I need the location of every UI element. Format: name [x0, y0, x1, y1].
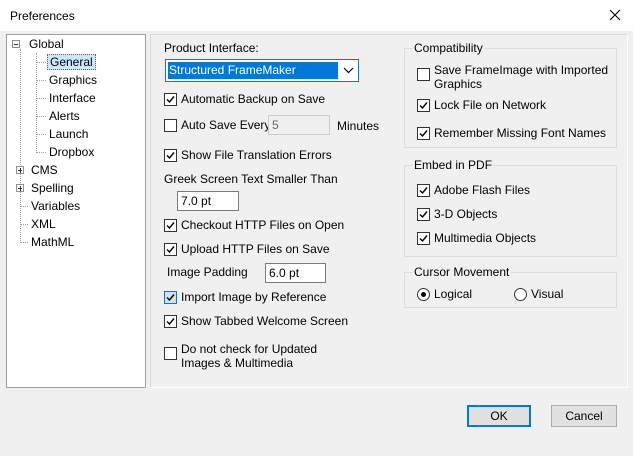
tree-item-cms[interactable]: CMS	[12, 162, 60, 178]
close-button[interactable]	[604, 5, 626, 25]
tree-item-global[interactable]: Global	[12, 36, 66, 52]
visual-radio[interactable]: Visual	[514, 286, 563, 302]
checkmark-icon	[166, 222, 175, 230]
checkmark-icon	[166, 318, 175, 326]
tree-item-xml[interactable]: XML	[12, 216, 58, 232]
minutes-label: Minutes	[337, 119, 380, 133]
tree-item-launch[interactable]: Launch	[47, 126, 90, 142]
greek-text-label: Greek Screen Text Smaller Than	[164, 172, 338, 186]
tree-item-spelling[interactable]: Spelling	[12, 180, 76, 196]
tree-item-graphics[interactable]: Graphics	[47, 72, 99, 88]
close-icon	[609, 9, 621, 21]
3d-objects-checkbox[interactable]: 3-D Objects	[417, 207, 497, 223]
checkmark-icon	[419, 187, 428, 195]
cancel-button[interactable]: Cancel	[551, 405, 617, 427]
checkmark-icon	[419, 102, 428, 110]
checkbox-box[interactable]	[417, 208, 430, 221]
import-by-reference-checkbox[interactable]: Import Image by Reference	[164, 290, 326, 306]
checkbox-box[interactable]	[164, 119, 177, 132]
expand-icon[interactable]	[16, 184, 24, 192]
radio-unselected-icon[interactable]	[514, 287, 527, 301]
checkmark-icon	[419, 130, 428, 138]
auto-save-checkbox[interactable]: Auto Save Every	[164, 118, 270, 134]
checkbox-box[interactable]	[164, 291, 177, 304]
category-tree[interactable]: Global General Graphics Interface Alerts…	[6, 34, 146, 388]
checkbox-box[interactable]	[417, 184, 430, 197]
flash-files-checkbox[interactable]: Adobe Flash Files	[417, 183, 530, 199]
lock-file-checkbox[interactable]: Lock File on Network	[417, 98, 546, 114]
product-interface-label: Product Interface:	[164, 41, 259, 55]
checkbox-box[interactable]	[164, 347, 177, 360]
embed-pdf-legend: Embed in PDF	[412, 158, 495, 172]
window-title: Preferences	[10, 9, 75, 23]
checkmark-icon	[419, 235, 428, 243]
ok-button[interactable]: OK	[467, 405, 531, 427]
checkbox-box[interactable]	[164, 219, 177, 232]
product-interface-select[interactable]: Structured FrameMaker	[165, 59, 359, 82]
image-padding-input[interactable]: 6.0 pt	[265, 263, 326, 283]
auto-save-minutes-input[interactable]: 5	[268, 115, 330, 135]
image-padding-label: Image Padding	[167, 265, 248, 279]
title-bar	[0, 0, 633, 31]
remember-fonts-checkbox[interactable]: Remember Missing Font Names	[417, 126, 606, 142]
tree-item-general[interactable]: General	[47, 54, 96, 70]
compatibility-legend: Compatibility	[412, 41, 485, 55]
cursor-movement-legend: Cursor Movement	[412, 265, 512, 279]
automatic-backup-checkbox[interactable]: Automatic Backup on Save	[164, 92, 325, 108]
chevron-down-icon	[343, 67, 354, 74]
tree-item-interface[interactable]: Interface	[47, 90, 98, 106]
checkbox-box[interactable]	[417, 127, 430, 140]
checkmark-icon	[166, 152, 175, 160]
checkmark-icon	[419, 211, 428, 219]
expand-icon[interactable]	[16, 166, 24, 174]
save-frameimage-checkbox[interactable]: Save FrameImage with Imported Graphics	[417, 63, 609, 91]
tree-item-dropbox[interactable]: Dropbox	[47, 144, 96, 160]
checkbox-box[interactable]	[417, 99, 430, 112]
checkbox-box[interactable]	[417, 68, 430, 81]
no-check-updated-checkbox[interactable]: Do not check for Updated Images & Multim…	[164, 342, 351, 370]
show-translation-errors-checkbox[interactable]: Show File Translation Errors	[164, 148, 332, 164]
multimedia-objects-checkbox[interactable]: Multimedia Objects	[417, 231, 536, 247]
checkmark-icon	[166, 294, 175, 302]
tree-item-variables[interactable]: Variables	[12, 198, 82, 214]
checkmark-icon	[166, 246, 175, 254]
radio-selected-icon[interactable]	[417, 287, 430, 301]
upload-http-checkbox[interactable]: Upload HTTP Files on Save	[164, 242, 330, 258]
checkbox-box[interactable]	[164, 243, 177, 256]
checkbox-box[interactable]	[164, 315, 177, 328]
tabbed-welcome-checkbox[interactable]: Show Tabbed Welcome Screen	[164, 314, 348, 330]
checkbox-box[interactable]	[164, 93, 177, 106]
checkbox-box[interactable]	[164, 149, 177, 162]
checkout-http-checkbox[interactable]: Checkout HTTP Files on Open	[164, 218, 344, 234]
collapse-icon[interactable]	[12, 40, 20, 48]
checkmark-icon	[166, 96, 175, 104]
checkbox-box[interactable]	[417, 232, 430, 245]
product-interface-value: Structured FrameMaker	[168, 62, 338, 79]
logical-radio[interactable]: Logical	[417, 286, 472, 302]
tree-item-mathml[interactable]: MathML	[12, 234, 76, 250]
greek-text-input[interactable]: 7.0 pt	[177, 191, 239, 211]
tree-item-alerts[interactable]: Alerts	[47, 108, 82, 124]
